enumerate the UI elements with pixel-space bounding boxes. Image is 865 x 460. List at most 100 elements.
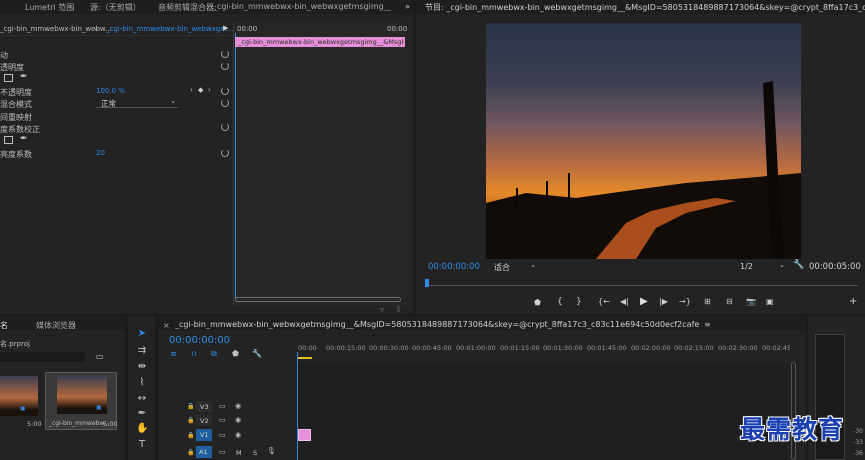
track-area[interactable]	[298, 362, 788, 460]
effect-zoom-scrollbar[interactable]	[235, 297, 401, 302]
eye-icon[interactable]: ◉	[235, 431, 241, 439]
reset-icon[interactable]	[221, 62, 229, 70]
step-forward-icon[interactable]: |▶	[659, 297, 668, 306]
tab-lumetri-scopes[interactable]: Lumetri 范围	[25, 2, 74, 13]
program-playhead-timecode[interactable]: 00:00:00:00	[428, 262, 480, 272]
timeline-sequence-tab[interactable]: _cgi-bin_mmwebwx-bin_webwxgetmsgimg__&Ms…	[175, 320, 700, 329]
sequence-clip-label[interactable]: _cgi-bin_mmwebwx-bin_webwxget...	[106, 25, 234, 33]
project-search-input[interactable]	[0, 352, 85, 362]
panel-overflow-icon[interactable]: »	[405, 2, 410, 11]
menu-icon[interactable]: ≡	[704, 320, 711, 329]
mark-in-icon[interactable]: {	[557, 297, 563, 307]
track-v2[interactable]	[162, 414, 296, 427]
tab-project[interactable]: 名	[0, 320, 8, 331]
track-target-v1[interactable]: V1	[196, 429, 212, 441]
tab-source[interactable]: 源:（无剪辑）	[90, 2, 141, 13]
reset-icon[interactable]	[221, 149, 229, 157]
pen-tool-icon[interactable]: ✒	[136, 408, 148, 420]
linked-selection-icon[interactable]: ⧉	[211, 349, 217, 359]
wrench-icon[interactable]: 🔧	[252, 349, 262, 358]
add-marker-icon[interactable]: ⬟	[534, 298, 541, 307]
lift-icon[interactable]: ⊞	[704, 297, 711, 306]
track-target-a1[interactable]: A1	[196, 446, 212, 458]
play-icon[interactable]: ▶	[640, 296, 648, 307]
effect-clip-bar[interactable]: _cgi-bin_mmwebwx-bin_webwxgetmsgimg__&Ms…	[235, 37, 405, 47]
pen-icon[interactable]: ✒	[20, 134, 28, 144]
slip-tool-icon[interactable]: ↔	[136, 393, 148, 405]
close-icon[interactable]: ×	[163, 321, 170, 330]
extract-icon[interactable]: ⊟	[726, 297, 733, 306]
lock-icon[interactable]: 🔒	[187, 417, 194, 424]
wrench-icon[interactable]: 🔧	[793, 260, 804, 270]
track-a1[interactable]	[162, 445, 296, 460]
sync-lock-icon[interactable]: ▭	[219, 448, 226, 456]
track-v1[interactable]	[162, 428, 296, 442]
lock-icon[interactable]: 🔒	[187, 432, 194, 439]
ripple-edit-tool-icon[interactable]: ⇹	[136, 361, 148, 373]
timeline-clip-v1[interactable]	[298, 429, 311, 441]
add-marker-icon[interactable]: ⬟	[232, 349, 239, 358]
track-v3[interactable]	[162, 400, 296, 413]
reset-icon[interactable]	[221, 123, 229, 131]
comparison-view-icon[interactable]: ▣	[766, 297, 774, 306]
program-playhead[interactable]	[425, 279, 429, 287]
program-monitor-title[interactable]: 节目: _cgi-bin_mmwebwx-bin_webwxgetmsgimg_…	[425, 2, 865, 13]
tab-audio-clip-name[interactable]: _cgi-bin_mmwebwx-bin_webwxgetmsgimg__&Ms…	[213, 2, 391, 11]
nest-icon[interactable]: ⧈	[171, 349, 176, 359]
effect-playhead[interactable]	[235, 33, 236, 301]
track-select-tool-icon[interactable]: ⇉	[136, 345, 148, 357]
gamma-value[interactable]: 20	[96, 149, 105, 157]
eye-icon[interactable]: ◉	[235, 416, 241, 424]
chevron-down-icon[interactable]: ⌄	[93, 24, 99, 32]
track-target-v2[interactable]: V2	[196, 415, 212, 426]
new-bin-icon[interactable]: ▭	[96, 352, 104, 361]
eye-icon[interactable]: ◉	[235, 402, 241, 410]
work-area-bar[interactable]	[298, 357, 312, 359]
effect-row-opacity[interactable]: 透明度	[0, 60, 232, 72]
effect-row-time-remap[interactable]: 间重映射	[0, 110, 232, 122]
pen-icon[interactable]: ✒	[20, 72, 28, 82]
timeline-timecode[interactable]: 00:00:00:00	[169, 335, 230, 346]
reset-icon[interactable]	[221, 99, 229, 107]
lock-icon[interactable]: 🔒	[187, 403, 194, 410]
sync-lock-icon[interactable]: ▭	[219, 402, 226, 410]
opacity-value[interactable]: 100.0 %	[96, 87, 125, 95]
play-only-icon[interactable]: ▶	[223, 24, 228, 32]
project-thumb-1[interactable]	[0, 376, 38, 416]
tab-audio-clip-mixer[interactable]: 音频剪辑混合器:	[158, 2, 217, 13]
step-back-icon[interactable]: ◀|	[620, 297, 629, 306]
sync-lock-icon[interactable]: ▭	[219, 416, 226, 424]
fit-select[interactable]: 适合 ⌄	[492, 261, 538, 272]
camera-icon[interactable]: 📷	[746, 297, 756, 306]
microphone-icon[interactable]: 🎙	[267, 447, 276, 455]
go-to-out-icon[interactable]: →}	[679, 297, 691, 306]
effect-row-motion[interactable]: 动	[0, 48, 232, 60]
keyframe-prev-icon[interactable]: ‹	[190, 86, 193, 94]
lock-icon[interactable]: 🔒	[187, 449, 194, 456]
reset-icon[interactable]	[221, 50, 229, 58]
program-scrub-bar[interactable]	[426, 285, 858, 286]
type-tool-icon[interactable]: T	[136, 439, 148, 451]
mark-out-icon[interactable]: }	[576, 297, 582, 307]
filter-icon[interactable]: ▿	[380, 305, 384, 314]
effect-row-gamma[interactable]: 度系数校正	[0, 122, 232, 134]
export-icon[interactable]: ⇪	[395, 305, 402, 314]
tab-media-browser[interactable]: 媒体浏览器	[36, 320, 76, 331]
reset-icon[interactable]	[221, 87, 229, 95]
mask-rect-icon[interactable]	[4, 136, 13, 144]
add-button-icon[interactable]: +	[849, 296, 857, 307]
keyframe-add-icon[interactable]: ◆	[198, 86, 203, 94]
keyframe-next-icon[interactable]: ›	[208, 86, 211, 94]
mask-rect-icon[interactable]	[4, 74, 13, 82]
resolution-select[interactable]: 1/2 ⌄	[737, 261, 787, 272]
selection-tool-icon[interactable]: ➤	[136, 328, 148, 340]
track-target-v3[interactable]: V3	[196, 401, 212, 412]
razor-tool-icon[interactable]: ⌇	[136, 377, 148, 389]
mute-button[interactable]: M	[236, 449, 242, 457]
solo-button[interactable]: S	[253, 449, 257, 457]
blend-mode-select[interactable]: 正常 ⌄	[96, 97, 178, 108]
snap-icon[interactable]: ∩	[191, 349, 197, 358]
go-to-in-icon[interactable]: {←	[598, 297, 610, 306]
hand-tool-icon[interactable]: ✋	[136, 423, 148, 435]
effect-row-gamma-value[interactable]: 亮度系数	[0, 147, 232, 159]
